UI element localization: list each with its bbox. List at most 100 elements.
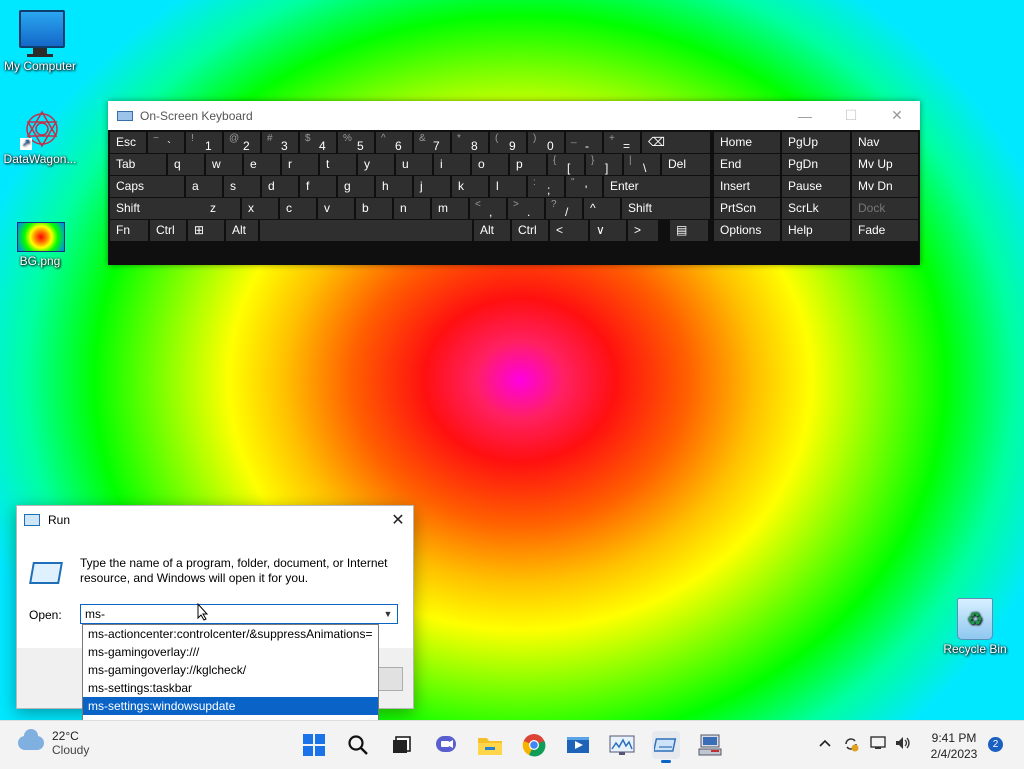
osk-key[interactable]: % 5 — [338, 132, 374, 153]
osk-key[interactable]: o — [472, 154, 508, 175]
osk-key[interactable]: Esc — [110, 132, 146, 153]
task-view-button[interactable] — [388, 731, 416, 759]
osk-key[interactable]: $4 — [300, 132, 336, 153]
maximize-button[interactable]: ☐ — [828, 107, 874, 124]
osk-key[interactable]: p — [510, 154, 546, 175]
osk-key-space[interactable] — [260, 220, 472, 241]
osk-key[interactable]: Alt — [226, 220, 258, 241]
osk-key[interactable]: b — [356, 198, 392, 219]
osk-key[interactable]: ⌫ — [642, 132, 710, 153]
osk-key[interactable]: ∨ — [590, 220, 626, 241]
desktop-icon-my-computer[interactable]: My Computer — [0, 10, 80, 73]
osk-key[interactable]: _ - — [566, 132, 602, 153]
osk-key[interactable]: k — [452, 176, 488, 197]
osk-key[interactable]: g — [338, 176, 374, 197]
desktop-icon-recycle-bin[interactable]: ♻ Recycle Bin — [935, 598, 1015, 656]
osk-key[interactable]: Caps — [110, 176, 184, 197]
network-icon[interactable] — [870, 735, 888, 754]
osk-key[interactable]: {[ — [548, 154, 584, 175]
osk-nav-key[interactable]: Options — [714, 220, 780, 241]
osk-key[interactable]: i — [434, 154, 470, 175]
volume-icon[interactable] — [894, 735, 912, 754]
network-tool-button[interactable] — [696, 731, 724, 759]
osk-key[interactable]: " ' — [566, 176, 602, 197]
osk-nav-key[interactable]: Home — [714, 132, 780, 153]
osk-key[interactable]: ~ ` — [148, 132, 184, 153]
osk-key[interactable]: l — [490, 176, 526, 197]
osk-key[interactable]: j — [414, 176, 450, 197]
close-button[interactable]: ✕ — [874, 107, 920, 124]
osk-key[interactable]: z — [204, 198, 240, 219]
osk-key[interactable]: Tab — [110, 154, 166, 175]
osk-key[interactable]: }] — [586, 154, 622, 175]
osk-key[interactable]: ! 1 — [186, 132, 222, 153]
osk-nav-key[interactable]: Help — [782, 220, 850, 241]
weather-widget[interactable]: 22°C Cloudy — [18, 729, 89, 757]
osk-key[interactable]: ) 0 — [528, 132, 564, 153]
osk-key[interactable]: n — [394, 198, 430, 219]
on-screen-keyboard-taskbar-button[interactable] — [652, 731, 680, 763]
osk-key[interactable]: Fn — [110, 220, 148, 241]
chrome-button[interactable] — [520, 731, 548, 759]
osk-key[interactable]: Ctrl — [512, 220, 548, 241]
open-combobox[interactable]: ms- ▼ — [80, 604, 398, 624]
run-button-partial[interactable] — [377, 667, 403, 691]
osk-key[interactable]: ^ — [584, 198, 620, 219]
osk-key[interactable]: s — [224, 176, 260, 197]
osk-nav-key[interactable]: PgUp — [782, 132, 850, 153]
minimize-button[interactable]: — — [782, 108, 828, 124]
osk-key[interactable]: @2 — [224, 132, 260, 153]
osk-key[interactable]: >. — [508, 198, 544, 219]
suggestion-item[interactable]: ms-actioncenter:controlcenter/&suppressA… — [83, 625, 378, 643]
osk-key[interactable]: > — [628, 220, 658, 241]
osk-key[interactable]: u — [396, 154, 432, 175]
osk-key[interactable]: f — [300, 176, 336, 197]
start-button[interactable] — [300, 731, 328, 759]
suggestion-item[interactable]: ms-gamingoverlay://kglcheck/ — [83, 661, 378, 679]
osk-key[interactable]: a — [186, 176, 222, 197]
osk-key[interactable]: t — [320, 154, 356, 175]
osk-key[interactable]: Shift — [622, 198, 710, 219]
osk-key[interactable]: q — [168, 154, 204, 175]
chevron-down-icon[interactable]: ▼ — [379, 609, 397, 619]
osk-key[interactable]: ^ 6 — [376, 132, 412, 153]
osk-key[interactable]: e — [244, 154, 280, 175]
osk-key[interactable]: ⊞ — [188, 220, 224, 241]
osk-key[interactable]: <, — [470, 198, 506, 219]
osk-key[interactable]: Enter — [604, 176, 710, 197]
osk-key[interactable]: * 8 — [452, 132, 488, 153]
osk-nav-key[interactable]: Mv Up — [852, 154, 918, 175]
osk-key[interactable]: Shift — [110, 198, 204, 219]
osk-key[interactable]: :; — [528, 176, 564, 197]
osk-key[interactable]: & 7 — [414, 132, 450, 153]
osk-key[interactable]: | \ — [624, 154, 660, 175]
suggestion-item[interactable]: ms-settings:taskbar — [83, 679, 378, 697]
osk-key[interactable]: c — [280, 198, 316, 219]
osk-nav-key[interactable]: Fade — [852, 220, 918, 241]
osk-key[interactable]: < — [550, 220, 588, 241]
osk-key[interactable]: w — [206, 154, 242, 175]
open-input[interactable]: ms- — [81, 607, 379, 621]
osk-nav-key[interactable]: End — [714, 154, 780, 175]
osk-key[interactable]: ? / — [546, 198, 582, 219]
osk-key[interactable]: Del — [662, 154, 710, 175]
osk-key[interactable]: Ctrl — [150, 220, 186, 241]
osk-titlebar[interactable]: On-Screen Keyboard — ☐ ✕ — [108, 101, 920, 130]
suggestion-item[interactable]: ms-gamingoverlay:/// — [83, 643, 378, 661]
desktop-icon-datawagon[interactable]: ↗ DataWagon... — [0, 108, 80, 166]
osk-key[interactable]: r — [282, 154, 318, 175]
run-titlebar[interactable]: Run ✕ — [17, 506, 413, 534]
osk-nav-key[interactable]: PgDn — [782, 154, 850, 175]
osk-key[interactable]: #3 — [262, 132, 298, 153]
osk-key[interactable]: x — [242, 198, 278, 219]
osk-key[interactable]: m — [432, 198, 468, 219]
notification-badge[interactable]: 2 — [988, 737, 1003, 752]
osk-nav-key[interactable]: PrtScn — [714, 198, 780, 219]
osk-key[interactable]: y — [358, 154, 394, 175]
search-button[interactable] — [344, 731, 372, 759]
close-button[interactable]: ✕ — [383, 510, 413, 530]
osk-nav-key[interactable]: Insert — [714, 176, 780, 197]
chevron-up-icon[interactable] — [818, 735, 832, 751]
osk-nav-key[interactable]: Nav — [852, 132, 918, 153]
monitor-app-button[interactable] — [608, 731, 636, 759]
